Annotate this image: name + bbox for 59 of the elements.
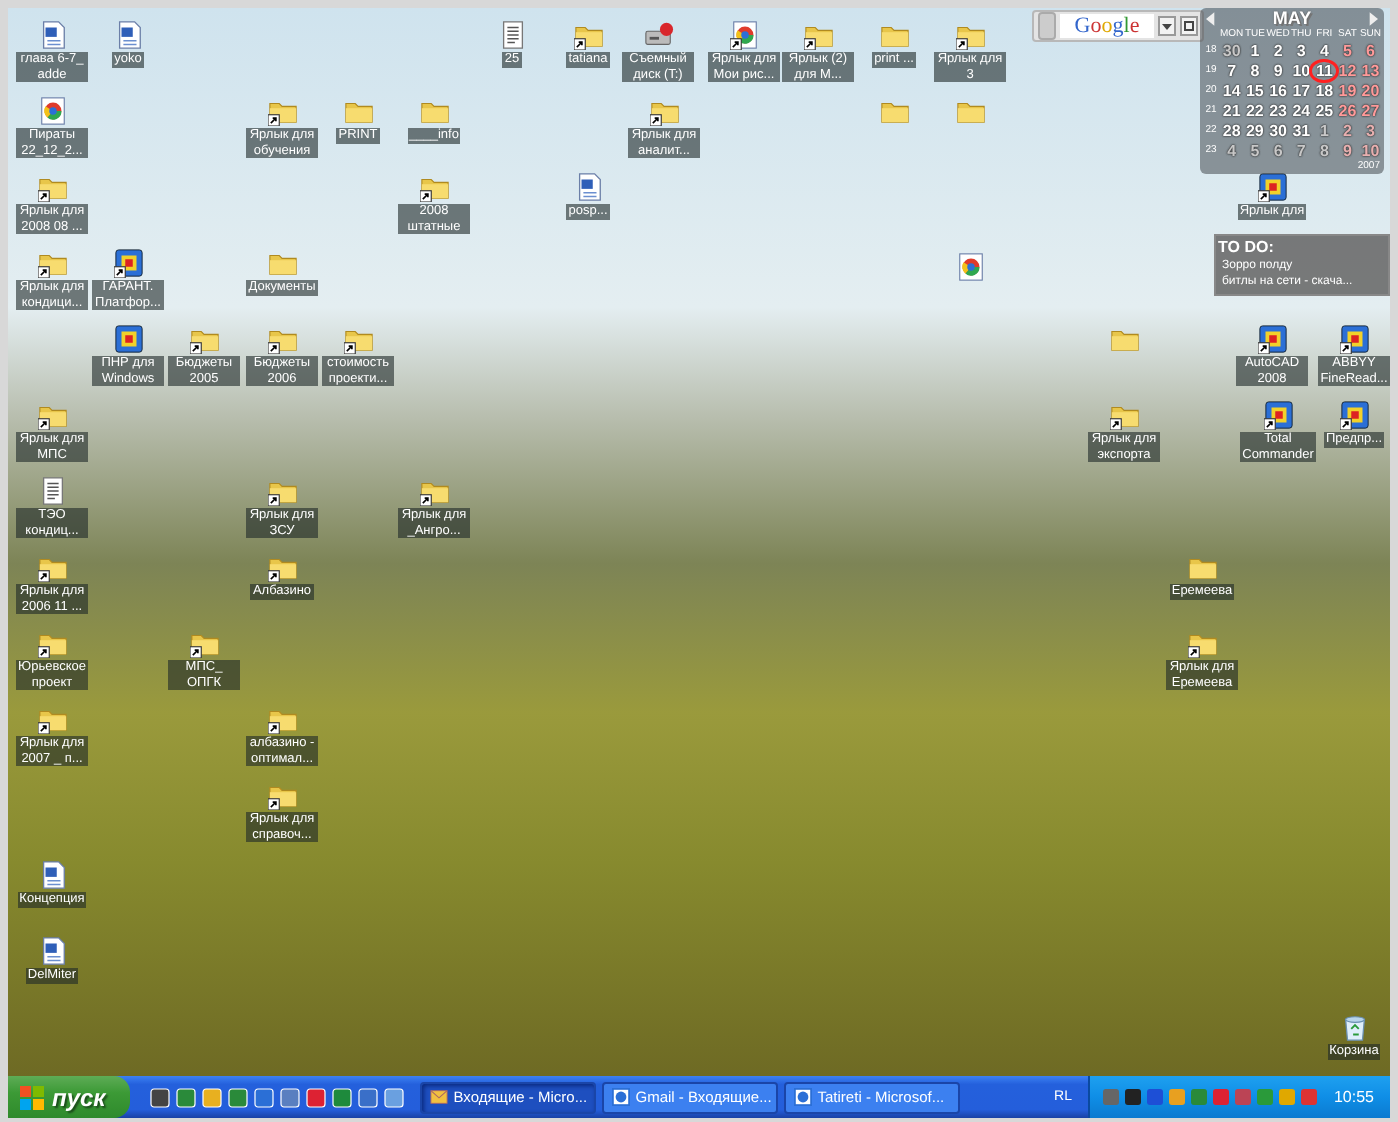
application-shortcut-icon[interactable] (1263, 400, 1293, 430)
app-icon[interactable] (149, 1087, 170, 1107)
calendar-day[interactable]: 15 (1243, 82, 1267, 100)
calendar-day[interactable]: 18 (1312, 82, 1336, 100)
calendar-day[interactable]: 24 (1289, 102, 1313, 120)
clock: 10:55 (1333, 1088, 1374, 1106)
app-icon[interactable] (383, 1087, 404, 1107)
calendar-day[interactable]: 28 (1220, 122, 1244, 140)
application-shortcut-icon[interactable] (1257, 172, 1287, 202)
calendar-day[interactable]: 23 (1266, 102, 1290, 120)
month-title: MAY (1272, 8, 1312, 28)
search-logo: Google (1060, 14, 1154, 38)
text-file-icon[interactable] (37, 476, 67, 506)
calendar-day[interactable]: 21 (1220, 102, 1244, 120)
next-month-icon[interactable] (1368, 11, 1378, 25)
calendar-day[interactable]: 11 (1312, 62, 1336, 80)
app-icon[interactable] (227, 1087, 248, 1107)
calendar-day[interactable]: 3 (1289, 42, 1313, 60)
app-icon[interactable] (305, 1087, 326, 1107)
browser-icon (611, 1088, 630, 1106)
drive-icon[interactable] (643, 20, 673, 50)
application-shortcut-icon[interactable] (1257, 324, 1287, 354)
calendar-day[interactable]: 2 (1266, 42, 1290, 60)
application-shortcut-icon[interactable] (1339, 324, 1369, 354)
app-icon[interactable] (331, 1087, 352, 1107)
calendar-day[interactable]: 16 (1266, 82, 1290, 100)
calendar-day[interactable]: 30 (1266, 122, 1290, 140)
start-button[interactable]: пуск (8, 1076, 130, 1118)
circle-logo-shortcut-icon[interactable] (729, 20, 759, 50)
calendar-day[interactable]: 17 (1289, 82, 1313, 100)
dropdown-button[interactable] (1158, 16, 1176, 36)
calendar-day[interactable]: 8 (1243, 62, 1267, 80)
calendar-day[interactable]: 10 (1289, 62, 1313, 80)
windows-flag-icon (20, 1085, 44, 1109)
restore-button[interactable] (1180, 16, 1198, 36)
browser-icon (793, 1088, 812, 1106)
app-icon[interactable] (201, 1087, 222, 1107)
calendar-day[interactable]: 9 (1266, 62, 1290, 80)
application-shortcut-icon[interactable] (1339, 400, 1369, 430)
calendar-day[interactable]: 29 (1243, 122, 1267, 140)
application-shortcut-icon[interactable] (113, 248, 143, 278)
calendar-day[interactable]: 7 (1220, 62, 1244, 80)
envelope-icon (429, 1088, 448, 1106)
app-icon[interactable] (357, 1087, 378, 1107)
todo-title: TO DO: (1218, 238, 1276, 256)
application-icon[interactable] (113, 324, 143, 354)
app-icon[interactable] (279, 1087, 300, 1107)
circle-logo-icon[interactable] (955, 252, 985, 282)
app-icon[interactable] (253, 1087, 274, 1107)
calendar-day[interactable]: 22 (1243, 102, 1267, 120)
circle-logo-icon[interactable] (37, 96, 67, 126)
calendar-day[interactable]: 25 (1312, 102, 1336, 120)
text-file-icon[interactable] (497, 20, 527, 50)
app-icon[interactable] (175, 1087, 196, 1107)
gadget-handle[interactable] (1038, 12, 1056, 40)
calendar-day[interactable]: 4 (1312, 42, 1336, 60)
calendar-day[interactable]: 14 (1220, 82, 1244, 100)
calendar-day[interactable]: 31 (1289, 122, 1313, 140)
calendar-day[interactable]: 1 (1243, 42, 1267, 60)
